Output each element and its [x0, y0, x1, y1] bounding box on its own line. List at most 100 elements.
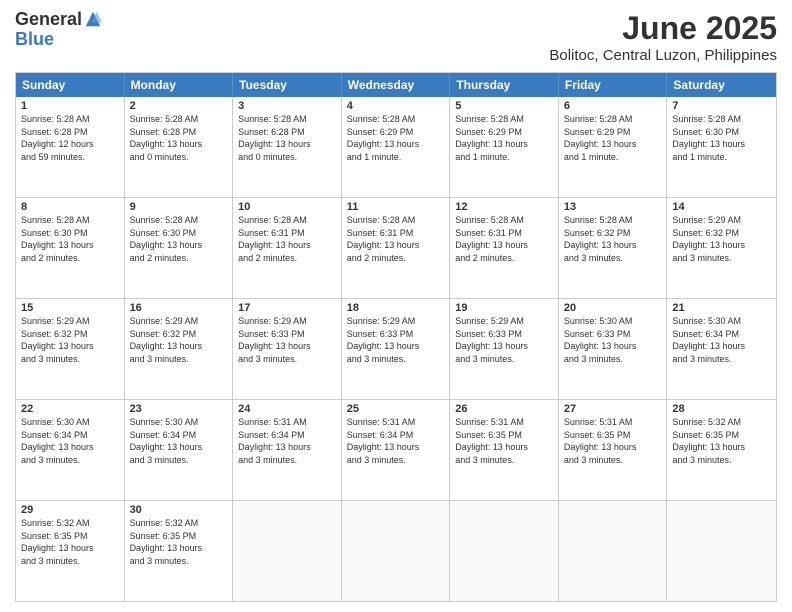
calendar-cell: 11Sunrise: 5:28 AM Sunset: 6:31 PM Dayli…	[342, 198, 451, 298]
calendar-cell: 14Sunrise: 5:29 AM Sunset: 6:32 PM Dayli…	[667, 198, 776, 298]
day-number: 27	[564, 403, 662, 415]
calendar: SundayMondayTuesdayWednesdayThursdayFrid…	[15, 72, 777, 602]
day-number: 23	[130, 403, 228, 415]
day-info: Sunrise: 5:32 AM Sunset: 6:35 PM Dayligh…	[130, 517, 228, 567]
calendar-cell	[667, 501, 776, 601]
calendar-cell: 10Sunrise: 5:28 AM Sunset: 6:31 PM Dayli…	[233, 198, 342, 298]
calendar-row-4: 29Sunrise: 5:32 AM Sunset: 6:35 PM Dayli…	[16, 500, 776, 601]
calendar-cell: 5Sunrise: 5:28 AM Sunset: 6:29 PM Daylig…	[450, 97, 559, 197]
day-info: Sunrise: 5:30 AM Sunset: 6:34 PM Dayligh…	[130, 416, 228, 466]
day-info: Sunrise: 5:30 AM Sunset: 6:34 PM Dayligh…	[21, 416, 119, 466]
day-number: 3	[238, 100, 336, 112]
day-info: Sunrise: 5:32 AM Sunset: 6:35 PM Dayligh…	[21, 517, 119, 567]
day-info: Sunrise: 5:29 AM Sunset: 6:33 PM Dayligh…	[347, 315, 445, 365]
day-info: Sunrise: 5:29 AM Sunset: 6:32 PM Dayligh…	[672, 214, 771, 264]
day-info: Sunrise: 5:28 AM Sunset: 6:32 PM Dayligh…	[564, 214, 662, 264]
day-number: 17	[238, 302, 336, 314]
calendar-cell: 23Sunrise: 5:30 AM Sunset: 6:34 PM Dayli…	[125, 400, 234, 500]
calendar-cell: 2Sunrise: 5:28 AM Sunset: 6:28 PM Daylig…	[125, 97, 234, 197]
day-number: 16	[130, 302, 228, 314]
day-number: 14	[672, 201, 771, 213]
calendar-row-3: 22Sunrise: 5:30 AM Sunset: 6:34 PM Dayli…	[16, 399, 776, 500]
calendar-cell: 30Sunrise: 5:32 AM Sunset: 6:35 PM Dayli…	[125, 501, 234, 601]
calendar-row-2: 15Sunrise: 5:29 AM Sunset: 6:32 PM Dayli…	[16, 298, 776, 399]
calendar-cell: 3Sunrise: 5:28 AM Sunset: 6:28 PM Daylig…	[233, 97, 342, 197]
calendar-cell: 6Sunrise: 5:28 AM Sunset: 6:29 PM Daylig…	[559, 97, 668, 197]
day-number: 25	[347, 403, 445, 415]
day-info: Sunrise: 5:28 AM Sunset: 6:30 PM Dayligh…	[130, 214, 228, 264]
day-number: 12	[455, 201, 553, 213]
calendar-cell: 18Sunrise: 5:29 AM Sunset: 6:33 PM Dayli…	[342, 299, 451, 399]
day-number: 13	[564, 201, 662, 213]
day-number: 19	[455, 302, 553, 314]
day-info: Sunrise: 5:29 AM Sunset: 6:32 PM Dayligh…	[130, 315, 228, 365]
calendar-cell: 13Sunrise: 5:28 AM Sunset: 6:32 PM Dayli…	[559, 198, 668, 298]
calendar-cell: 12Sunrise: 5:28 AM Sunset: 6:31 PM Dayli…	[450, 198, 559, 298]
day-number: 30	[130, 504, 228, 516]
calendar-cell: 15Sunrise: 5:29 AM Sunset: 6:32 PM Dayli…	[16, 299, 125, 399]
day-info: Sunrise: 5:28 AM Sunset: 6:31 PM Dayligh…	[347, 214, 445, 264]
calendar-row-1: 8Sunrise: 5:28 AM Sunset: 6:30 PM Daylig…	[16, 197, 776, 298]
day-info: Sunrise: 5:28 AM Sunset: 6:29 PM Dayligh…	[455, 113, 553, 163]
day-number: 10	[238, 201, 336, 213]
day-info: Sunrise: 5:28 AM Sunset: 6:30 PM Dayligh…	[21, 214, 119, 264]
day-info: Sunrise: 5:28 AM Sunset: 6:30 PM Dayligh…	[672, 113, 771, 163]
calendar-cell: 4Sunrise: 5:28 AM Sunset: 6:29 PM Daylig…	[342, 97, 451, 197]
calendar-cell	[342, 501, 451, 601]
day-info: Sunrise: 5:28 AM Sunset: 6:28 PM Dayligh…	[21, 113, 119, 163]
calendar-cell: 1Sunrise: 5:28 AM Sunset: 6:28 PM Daylig…	[16, 97, 125, 197]
day-info: Sunrise: 5:28 AM Sunset: 6:29 PM Dayligh…	[347, 113, 445, 163]
calendar-cell: 17Sunrise: 5:29 AM Sunset: 6:33 PM Dayli…	[233, 299, 342, 399]
calendar-cell: 28Sunrise: 5:32 AM Sunset: 6:35 PM Dayli…	[667, 400, 776, 500]
day-number: 6	[564, 100, 662, 112]
day-number: 2	[130, 100, 228, 112]
logo: General Blue	[15, 10, 102, 50]
day-number: 5	[455, 100, 553, 112]
calendar-cell: 24Sunrise: 5:31 AM Sunset: 6:34 PM Dayli…	[233, 400, 342, 500]
day-info: Sunrise: 5:31 AM Sunset: 6:34 PM Dayligh…	[238, 416, 336, 466]
day-number: 8	[21, 201, 119, 213]
day-info: Sunrise: 5:29 AM Sunset: 6:32 PM Dayligh…	[21, 315, 119, 365]
calendar-cell: 19Sunrise: 5:29 AM Sunset: 6:33 PM Dayli…	[450, 299, 559, 399]
day-number: 29	[21, 504, 119, 516]
calendar-cell	[450, 501, 559, 601]
day-number: 26	[455, 403, 553, 415]
day-info: Sunrise: 5:29 AM Sunset: 6:33 PM Dayligh…	[455, 315, 553, 365]
day-info: Sunrise: 5:28 AM Sunset: 6:31 PM Dayligh…	[455, 214, 553, 264]
calendar-cell: 25Sunrise: 5:31 AM Sunset: 6:34 PM Dayli…	[342, 400, 451, 500]
day-number: 15	[21, 302, 119, 314]
day-number: 9	[130, 201, 228, 213]
calendar-cell: 20Sunrise: 5:30 AM Sunset: 6:33 PM Dayli…	[559, 299, 668, 399]
day-number: 4	[347, 100, 445, 112]
calendar-header: SundayMondayTuesdayWednesdayThursdayFrid…	[16, 73, 776, 97]
logo-icon	[84, 10, 102, 28]
day-info: Sunrise: 5:31 AM Sunset: 6:35 PM Dayligh…	[455, 416, 553, 466]
calendar-cell: 8Sunrise: 5:28 AM Sunset: 6:30 PM Daylig…	[16, 198, 125, 298]
calendar-cell: 16Sunrise: 5:29 AM Sunset: 6:32 PM Dayli…	[125, 299, 234, 399]
day-number: 18	[347, 302, 445, 314]
day-info: Sunrise: 5:30 AM Sunset: 6:34 PM Dayligh…	[672, 315, 771, 365]
day-number: 22	[21, 403, 119, 415]
day-number: 21	[672, 302, 771, 314]
header-day-friday: Friday	[559, 73, 668, 97]
calendar-body: 1Sunrise: 5:28 AM Sunset: 6:28 PM Daylig…	[16, 97, 776, 601]
subtitle: Bolitoc, Central Luzon, Philippines	[549, 47, 777, 64]
header-day-wednesday: Wednesday	[342, 73, 451, 97]
day-info: Sunrise: 5:30 AM Sunset: 6:33 PM Dayligh…	[564, 315, 662, 365]
calendar-cell: 26Sunrise: 5:31 AM Sunset: 6:35 PM Dayli…	[450, 400, 559, 500]
calendar-cell: 7Sunrise: 5:28 AM Sunset: 6:30 PM Daylig…	[667, 97, 776, 197]
day-info: Sunrise: 5:29 AM Sunset: 6:33 PM Dayligh…	[238, 315, 336, 365]
day-info: Sunrise: 5:31 AM Sunset: 6:35 PM Dayligh…	[564, 416, 662, 466]
day-number: 7	[672, 100, 771, 112]
day-number: 11	[347, 201, 445, 213]
header-day-monday: Monday	[125, 73, 234, 97]
day-info: Sunrise: 5:28 AM Sunset: 6:31 PM Dayligh…	[238, 214, 336, 264]
day-number: 24	[238, 403, 336, 415]
calendar-cell: 27Sunrise: 5:31 AM Sunset: 6:35 PM Dayli…	[559, 400, 668, 500]
main-title: June 2025	[549, 10, 777, 47]
calendar-cell: 29Sunrise: 5:32 AM Sunset: 6:35 PM Dayli…	[16, 501, 125, 601]
day-info: Sunrise: 5:31 AM Sunset: 6:34 PM Dayligh…	[347, 416, 445, 466]
day-number: 20	[564, 302, 662, 314]
title-block: June 2025 Bolitoc, Central Luzon, Philip…	[549, 10, 777, 64]
header: General Blue June 2025 Bolitoc, Central …	[15, 10, 777, 64]
